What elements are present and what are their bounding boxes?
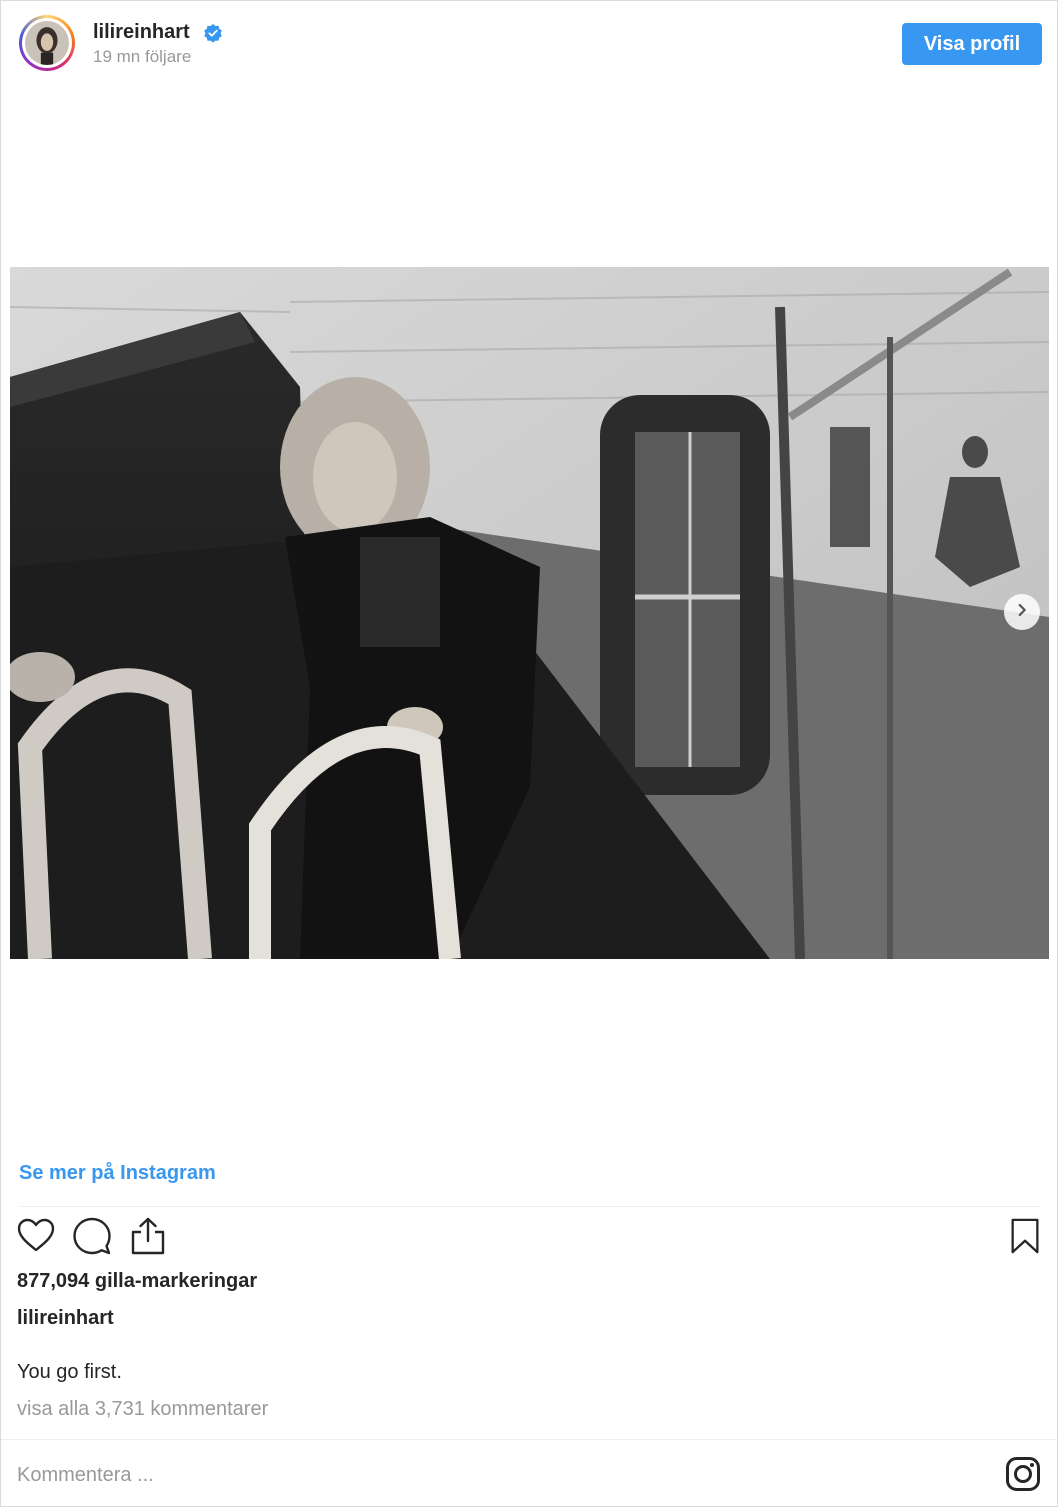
comment-input[interactable] [17, 1459, 957, 1491]
caption-username[interactable]: lilireinhart [17, 1307, 114, 1330]
instagram-icon[interactable] [1005, 1456, 1041, 1492]
divider [1, 1439, 1057, 1440]
post-photo[interactable] [10, 267, 1049, 959]
comment-button[interactable] [71, 1217, 113, 1259]
next-photo-button[interactable] [1004, 594, 1040, 630]
post-actions [15, 1217, 169, 1259]
view-profile-button[interactable]: Visa profil [902, 23, 1042, 65]
instagram-embed-card: lilireinhart 19 mn följare Visa profil S… [0, 0, 1058, 1507]
save-button[interactable] [1005, 1217, 1045, 1259]
follower-count: 19 mn följare [93, 47, 192, 66]
divider [19, 1206, 1041, 1207]
photo-image [10, 267, 1049, 959]
username[interactable]: lilireinhart [93, 21, 190, 44]
caption-text: You go first. [17, 1361, 122, 1383]
view-all-comments-link[interactable]: visa alla 3,731 kommentarer [17, 1398, 268, 1421]
avatar-photo [25, 21, 69, 65]
avatar[interactable] [19, 15, 75, 71]
share-icon [128, 1216, 168, 1261]
verified-icon [203, 23, 223, 43]
bookmark-icon [1006, 1216, 1044, 1261]
post-header: lilireinhart 19 mn följare Visa profil [1, 1, 1057, 89]
comment-icon [72, 1216, 112, 1261]
share-button[interactable] [127, 1217, 169, 1259]
like-button[interactable] [15, 1217, 57, 1259]
chevron-right-icon [1013, 601, 1031, 624]
like-count[interactable]: 877,094 gilla-markeringar [17, 1270, 257, 1293]
heart-icon [16, 1216, 56, 1261]
see-more-on-instagram-link[interactable]: Se mer på Instagram [19, 1162, 216, 1185]
